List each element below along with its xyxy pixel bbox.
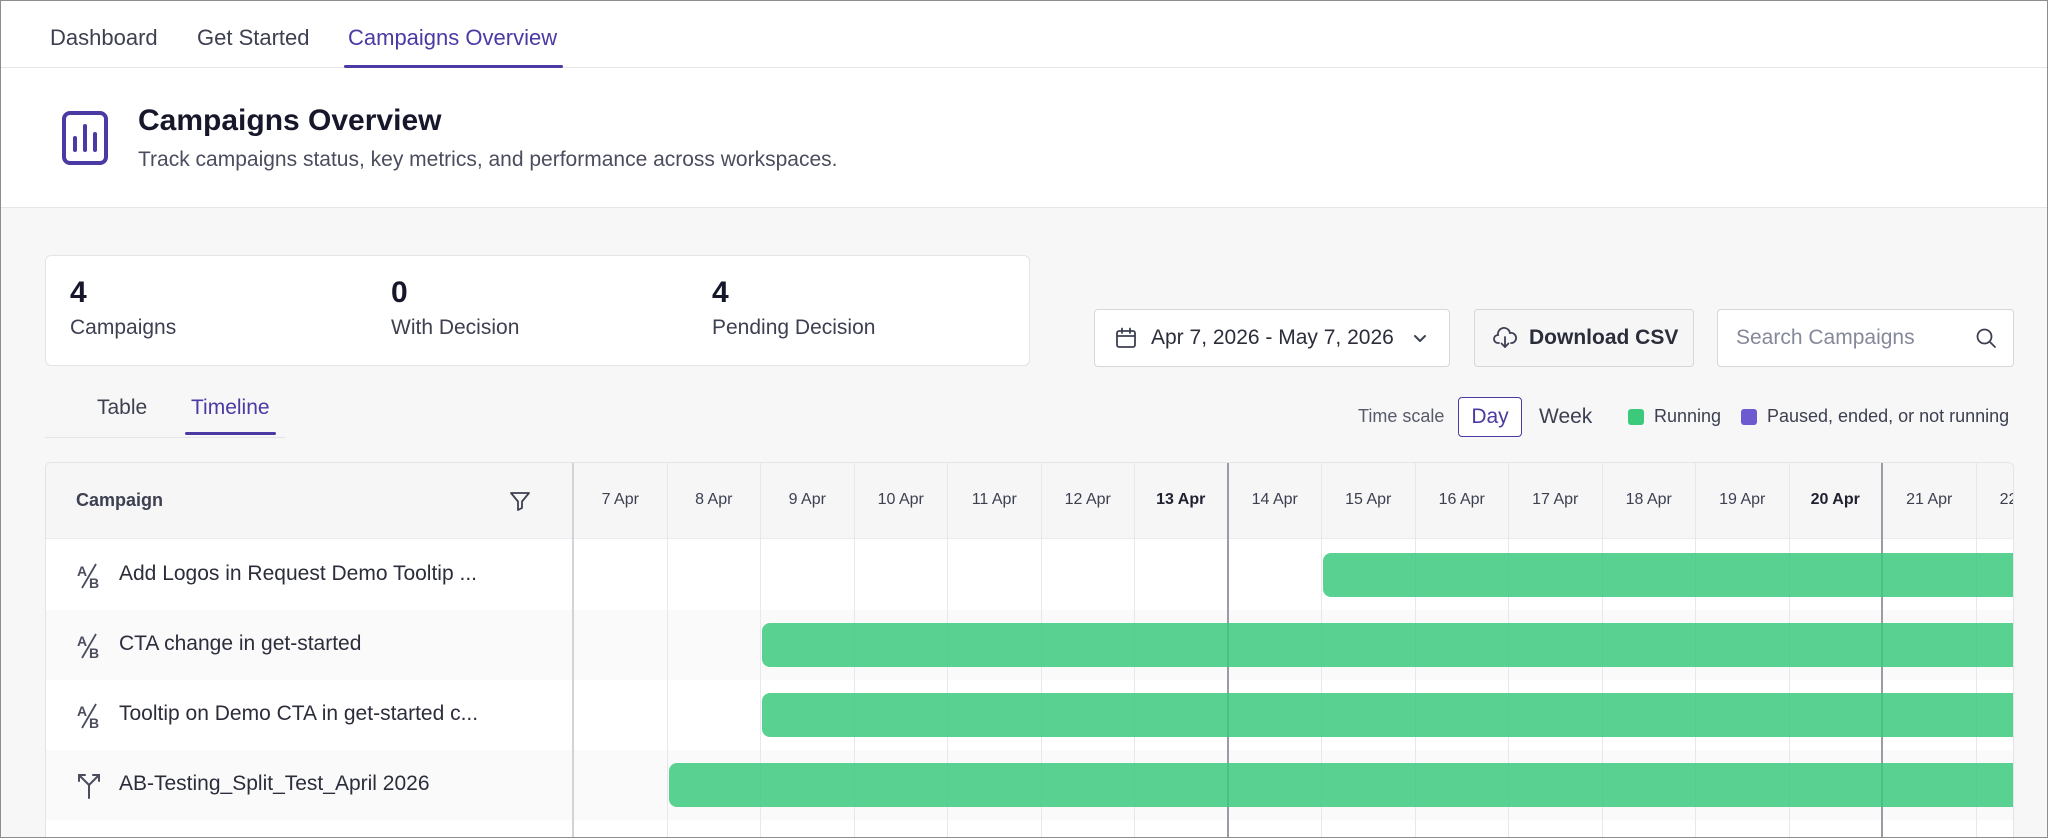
top-nav: Dashboard Get Started Campaigns Overview xyxy=(1,1,2047,68)
chevron-down-icon xyxy=(1413,335,1426,342)
stat-pending-decision: 4 Pending Decision xyxy=(712,276,875,340)
legend-paused: Paused, ended, or not running xyxy=(1741,406,2009,427)
tab-dashboard[interactable]: Dashboard xyxy=(50,1,158,68)
day-label: 21 Apr xyxy=(1906,491,1953,508)
timescale-week-button[interactable]: Week xyxy=(1539,397,1592,437)
split-test-icon xyxy=(78,774,100,799)
day-label: 17 Apr xyxy=(1532,491,1579,508)
campaign-name: AB-Testing_Split_Test_April 2026 xyxy=(119,772,430,795)
timescale-label: Time scale xyxy=(1358,406,1445,426)
bar-chart-icon xyxy=(62,111,108,165)
day-label: 11 Apr xyxy=(971,491,1017,508)
day-label: 10 Apr xyxy=(877,491,924,508)
tab-get-started[interactable]: Get Started xyxy=(197,1,310,68)
stats-card: 4 Campaigns 0 With Decision 4 Pending De… xyxy=(45,255,1030,366)
stat-value: 4 xyxy=(712,276,729,309)
tab-table[interactable]: Table xyxy=(97,396,147,420)
stat-label: Campaigns xyxy=(70,316,177,339)
svg-text:B: B xyxy=(89,715,99,730)
svg-text:A: A xyxy=(77,703,87,719)
search-icon[interactable] xyxy=(1975,327,1997,349)
svg-text:A: A xyxy=(77,633,87,649)
day-label: 14 Apr xyxy=(1251,491,1298,508)
search-box xyxy=(1717,309,2014,367)
legend-label: Running xyxy=(1654,406,1722,426)
filter-icon[interactable] xyxy=(508,489,532,513)
download-csv-label: Download CSV xyxy=(1529,326,1679,349)
stat-label: Pending Decision xyxy=(712,316,876,339)
campaign-name: Tooltip on Demo CTA in get-started c... xyxy=(119,702,479,725)
day-label: 13 Apr xyxy=(1156,491,1206,508)
day-column: 7 Apr xyxy=(574,463,668,837)
main-content: 4 Campaigns 0 With Decision 4 Pending De… xyxy=(1,208,2047,837)
svg-text:B: B xyxy=(89,575,99,590)
legend-label: Paused, ended, or not running xyxy=(1767,406,2010,426)
campaign-bar[interactable] xyxy=(762,623,2013,667)
ab-test-icon: A B xyxy=(77,563,99,590)
date-range-picker[interactable]: Apr 7, 2026 - May 7, 2026 xyxy=(1094,309,1450,367)
campaign-bar[interactable] xyxy=(668,763,2013,807)
day-label: 19 Apr xyxy=(1719,491,1766,508)
day-label: 7 Apr xyxy=(601,491,639,508)
tab-campaigns-overview[interactable]: Campaigns Overview xyxy=(343,1,564,68)
stat-value: 0 xyxy=(391,276,408,309)
page-title: Campaigns Overview xyxy=(138,104,442,137)
timescale-day-button[interactable]: Day xyxy=(1458,397,1522,437)
campaign-row[interactable]: AB-Testing_Split_Test_April 2026 xyxy=(46,750,572,820)
campaign-name: Add Logos in Request Demo Tooltip ... xyxy=(119,562,477,585)
campaign-row[interactable]: A B Tooltip on Demo CTA in get-started c… xyxy=(46,680,572,750)
stat-value: 4 xyxy=(70,276,87,309)
day-label: 12 Apr xyxy=(1064,491,1111,508)
download-csv-button[interactable]: Download CSV xyxy=(1474,309,1694,367)
app-window: Dashboard Get Started Campaigns Overview… xyxy=(0,0,2048,838)
svg-text:A: A xyxy=(77,563,87,579)
campaign-column-header: Campaign xyxy=(76,490,164,510)
legend-swatch xyxy=(1628,408,1644,425)
campaign-row[interactable]: A B CTA change in get-started xyxy=(46,610,572,680)
page-subtitle: Track campaigns status, key metrics, and… xyxy=(138,148,838,171)
view-tabs: Table Timeline xyxy=(45,388,285,438)
legend-swatch xyxy=(1741,408,1757,425)
day-label: 20 Apr xyxy=(1810,491,1860,508)
campaign-name: CTA change in get-started xyxy=(119,632,362,655)
legend-running: Running xyxy=(1628,406,1721,427)
ab-test-icon: A B xyxy=(77,703,99,730)
calendar-icon xyxy=(1116,327,1136,348)
search-input[interactable] xyxy=(1718,310,1968,366)
day-label: 22 Apr xyxy=(1999,491,2013,508)
day-label: 15 Apr xyxy=(1345,491,1392,508)
stat-campaigns: 4 Campaigns xyxy=(70,276,176,340)
svg-text:B: B xyxy=(89,645,99,660)
day-label: 9 Apr xyxy=(788,491,826,508)
campaign-bar[interactable] xyxy=(1323,553,2013,597)
campaign-bar[interactable] xyxy=(762,693,2013,737)
cloud-download-icon xyxy=(1493,327,1517,348)
ab-test-icon: A B xyxy=(77,633,99,660)
day-label: 18 Apr xyxy=(1625,491,1672,508)
date-range-value: Apr 7, 2026 - May 7, 2026 xyxy=(1151,326,1394,349)
timeline-table: Campaign A B Add Logos in Request Demo T… xyxy=(45,462,2014,837)
stat-with-decision: 0 With Decision xyxy=(391,276,519,340)
campaign-row[interactable]: A B Add Logos in Request Demo Tooltip ..… xyxy=(46,540,572,610)
day-label: 8 Apr xyxy=(695,491,733,508)
tab-timeline[interactable]: Timeline xyxy=(185,396,276,435)
day-label: 16 Apr xyxy=(1438,491,1485,508)
stat-label: With Decision xyxy=(391,316,520,339)
page-header: Campaigns Overview Track campaigns statu… xyxy=(1,68,2047,208)
timeline-grid: 7 Apr 8 Apr 9 Apr 10 Apr 11 Apr 12 Apr 13 Apr 1… xyxy=(574,463,2013,837)
